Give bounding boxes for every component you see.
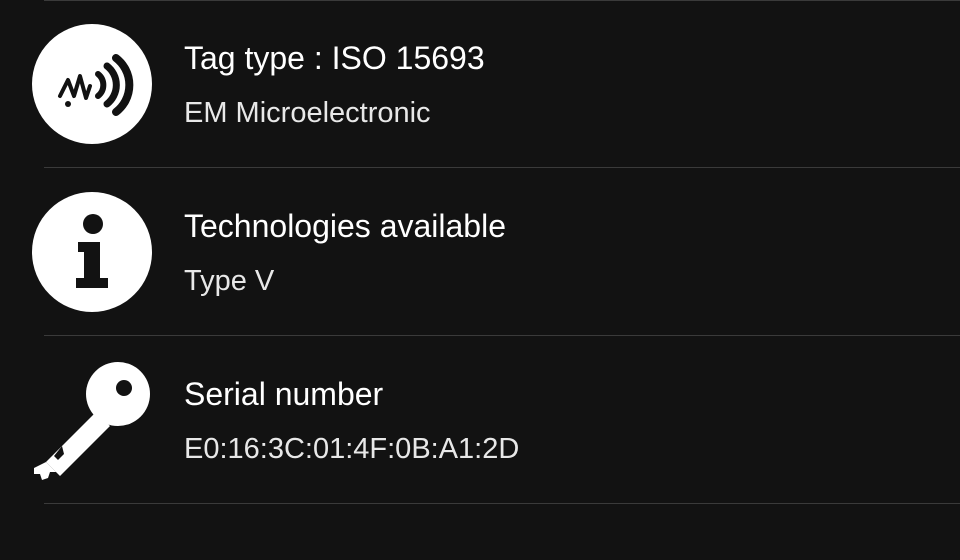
info-icon xyxy=(32,192,152,312)
list-item-technologies[interactable]: Technologies available Type V xyxy=(0,168,960,334)
item-title: Tag type : ISO 15693 xyxy=(184,40,485,76)
item-subtitle: Type V xyxy=(184,265,275,297)
item-title: Serial number xyxy=(184,376,384,412)
list-item-tag-type[interactable]: Tag type : ISO 15693 EM Microelectronic xyxy=(0,0,960,166)
row-divider xyxy=(44,503,960,504)
item-subtitle: EM Microelectronic xyxy=(184,97,431,129)
nfc-wave-icon xyxy=(32,24,152,144)
item-title: Technologies available xyxy=(184,208,506,244)
list-item-serial-number[interactable]: Serial number E0:16:3C:01:4F:0B:A1:2D xyxy=(0,336,960,502)
item-subtitle: E0:16:3C:01:4F:0B:A1:2D xyxy=(184,433,520,465)
key-icon xyxy=(32,360,152,480)
